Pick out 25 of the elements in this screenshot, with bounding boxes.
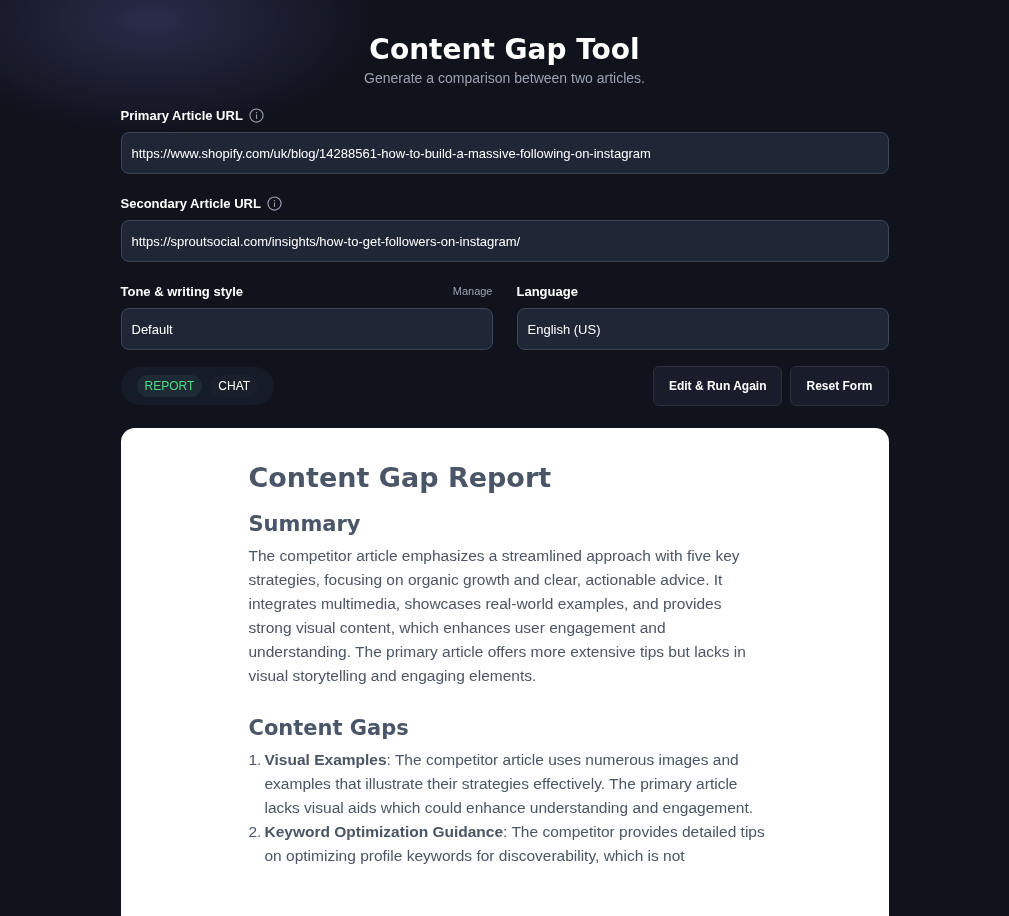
info-icon[interactable] [248,107,264,123]
report-title: Content Gap Report [248,461,553,495]
select-field[interactable]: Default [120,308,493,350]
list-number: 1. [248,750,263,770]
field-label: Tone & writing style [120,283,244,299]
view-tab[interactable]: REPORT [136,375,203,397]
info-icon[interactable] [266,195,282,211]
field-label: Primary Article URL [120,107,243,123]
field-label: Language [516,283,578,299]
list-item-text: Visual Examples: The competitor article uses numerous images and examples that illustrate their strategies effectively. The primary article lacks visual aids which could enhance understanding and engagement. [264,750,755,818]
select-field[interactable]: English (US) [516,308,889,350]
field-label: Secondary Article URL [120,195,261,211]
section-paragraph: The competitor article emphasizes a streamlined approach with five key strategies, focusing on organic growth and clear, actionable advice. It integrates multimedia, showcases real-world examples, and provides strong visual content, which enhances user engagement and understanding. The primary article offers more extensive tips but lacks in visual storytelling and engaging elements. [248,546,747,686]
url-field[interactable]: https://www.shopify.com/uk/blog/14288561-how-to-build-a-massive-following-on-instagram [120,132,889,174]
list-number: 2. [248,822,263,842]
section-heading: Content Gaps [248,715,410,742]
page-title: Content Gap Tool [369,32,640,68]
list-item-text: Keyword Optimization Guidance: The competitor provides detailed tips on optimizing profile keywords for discoverability, which is not [264,822,766,866]
section-heading: Summary [248,511,362,538]
page-subtitle: Generate a comparison between two articles. [364,70,645,86]
action-button[interactable]: Reset Form [790,366,889,406]
action-button[interactable]: Edit & Run Again [652,366,783,406]
view-tab[interactable]: CHAT [210,375,259,397]
manage-link[interactable]: Manage [452,285,493,297]
url-field[interactable]: https://sproutsocial.com/insights/how-to-get-followers-on-instagram/ [120,220,889,262]
